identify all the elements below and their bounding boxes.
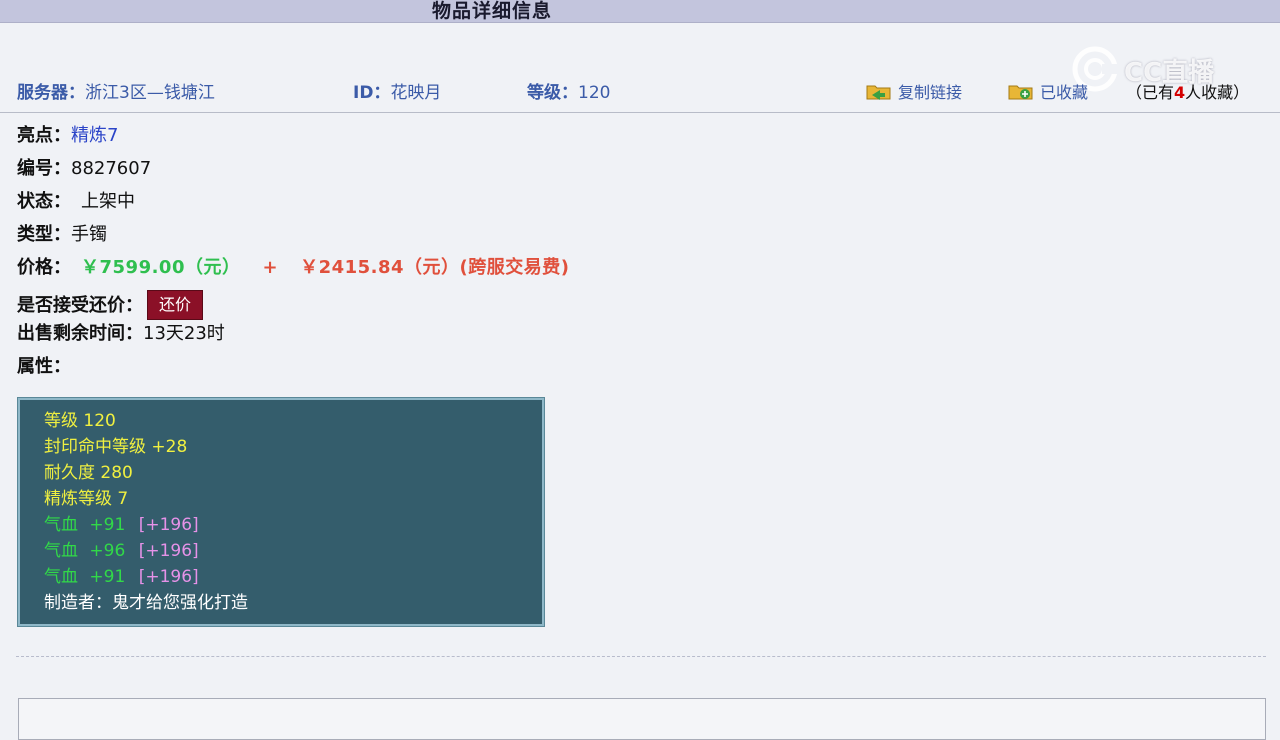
attr-hp-1: 气血 +91 [+196]: [44, 514, 199, 536]
attr-hp-label: 气血: [44, 541, 78, 561]
type-value: 手镯: [71, 224, 107, 245]
folder-arrow-icon: [866, 85, 891, 100]
attr-hp-label: 气血: [44, 567, 78, 587]
attr-maker: 制造者：鬼才给您强化打造: [44, 593, 248, 613]
price-fee: ￥2415.84（元）(跨服交易费): [300, 257, 570, 278]
server-info: 服务器：浙江3区—钱塘江: [17, 78, 215, 103]
server-value: 浙江3区—钱塘江: [85, 83, 215, 103]
attr-level: 等级 120: [44, 411, 116, 431]
attr-seal-level: 封印命中等级 +28: [44, 437, 188, 457]
price-main: ￥7599.00（元）: [81, 257, 241, 278]
page-title: 物品详细信息: [432, 0, 553, 22]
attr-hp-bonus: [+196]: [138, 567, 199, 587]
status-row: 状态： 上架中: [17, 190, 135, 214]
collect-prefix: （已有: [1126, 83, 1175, 102]
id-label: ID：: [353, 83, 391, 103]
attributes-label: 属性：: [17, 356, 71, 377]
price-row: 价格： ￥7599.00（元） + ￥2415.84（元）(跨服交易费): [17, 256, 570, 280]
id-value: 花映月: [390, 83, 442, 103]
status-label: 状态：: [17, 191, 71, 212]
attribute-panel: 等级 120 封印命中等级 +28 耐久度 280 精炼等级 7 气血 +91 …: [17, 397, 545, 627]
attr-hp-bonus: [+196]: [138, 541, 199, 561]
bargain-row: 是否接受还价： 还价: [17, 290, 204, 320]
header-bar: 物品详细信息: [0, 0, 1280, 23]
role-id-info: ID：花映月: [353, 78, 441, 103]
copy-link-label: 复制链接: [898, 83, 963, 102]
attr-hp-3: 气血 +91 [+196]: [44, 566, 199, 588]
counter-offer-button[interactable]: 还价: [147, 290, 204, 320]
level-label: 等级：: [527, 83, 578, 103]
attr-hp-2: 气血 +96 [+196]: [44, 540, 199, 562]
price-label: 价格：: [17, 257, 71, 278]
section-divider: [16, 656, 1266, 657]
attr-hp-value: +91: [89, 515, 126, 535]
attr-hp-value: +96: [89, 541, 126, 561]
collect-count: 4: [1174, 83, 1186, 102]
highlight-label: 亮点：: [17, 125, 71, 146]
highlight-row: 亮点：精炼7: [17, 124, 118, 148]
remaining-time-label: 出售剩余时间：: [17, 323, 143, 344]
type-row: 类型：手镯: [17, 223, 107, 247]
copy-link-button[interactable]: 复制链接: [866, 79, 962, 103]
price-plus: +: [262, 257, 279, 278]
bargain-label: 是否接受还价：: [17, 295, 143, 316]
remaining-time-row: 出售剩余时间：13天23时: [17, 322, 225, 346]
favorite-label: 已收藏: [1040, 83, 1089, 102]
status-value: 上架中: [81, 191, 135, 212]
attr-durability: 耐久度 280: [44, 463, 133, 483]
attr-hp-value: +91: [89, 567, 126, 587]
highlight-value: 精炼7: [71, 125, 119, 146]
favorite-button[interactable]: 已收藏: [1008, 79, 1088, 103]
number-value: 8827607: [71, 158, 152, 179]
level-value: 120: [578, 83, 611, 103]
attr-hp-label: 气血: [44, 515, 78, 535]
collect-suffix: 人收藏）: [1185, 83, 1250, 102]
level-info: 等级：120: [527, 78, 610, 103]
collect-count-text: （已有4人收藏）: [1126, 79, 1249, 103]
attr-refine: 精炼等级 7: [44, 489, 129, 509]
attr-hp-bonus: [+196]: [138, 515, 199, 535]
folder-plus-icon: [1008, 85, 1033, 100]
type-label: 类型：: [17, 224, 71, 245]
attributes-row: 属性：: [17, 355, 71, 379]
bottom-panel: [18, 698, 1266, 740]
number-label: 编号：: [17, 158, 71, 179]
remaining-time-value: 13天23时: [143, 323, 225, 344]
server-label: 服务器：: [17, 83, 85, 103]
number-row: 编号：8827607: [17, 157, 151, 181]
item-info-bar: 服务器：浙江3区—钱塘江 ID：花映月 等级：120 复制链接 已收藏 （已有4…: [0, 74, 1280, 113]
